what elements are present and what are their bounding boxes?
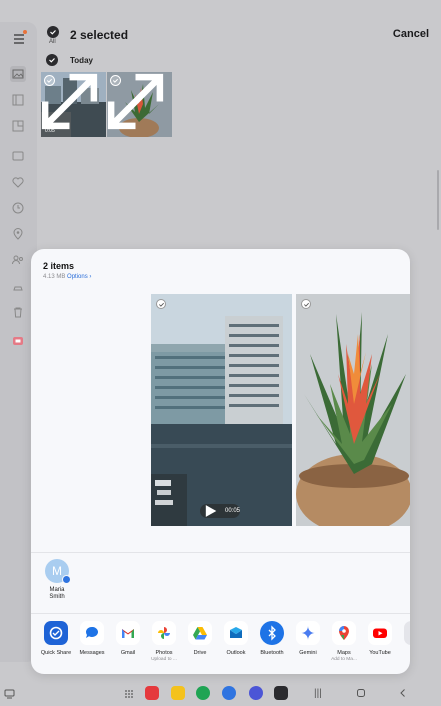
scrollbar[interactable] (437, 170, 439, 230)
share-app-maps[interactable]: Maps Add to Ma... (326, 621, 362, 663)
expand-icon[interactable] (41, 72, 102, 134)
preview-photo-checkbox[interactable] (301, 299, 311, 309)
thumbnail-photo[interactable] (107, 72, 172, 137)
play-icon (205, 505, 217, 517)
menu-icon[interactable] (12, 32, 26, 46)
location-icon[interactable] (10, 226, 26, 242)
notification-dot (23, 30, 27, 34)
share-app-row: Quick Share Messages Gmail Photos Upload… (31, 621, 410, 671)
navigation-bar (0, 680, 441, 706)
cancel-button[interactable]: Cancel (393, 28, 429, 40)
photos-icon (152, 621, 176, 645)
promo-icon[interactable] (10, 333, 26, 349)
divider (31, 552, 410, 553)
contact-name: Maria Smith (49, 587, 65, 600)
albums-icon[interactable] (10, 92, 26, 108)
shared-icon[interactable] (10, 278, 26, 294)
select-all-checkbox[interactable] (47, 26, 59, 38)
gmail-icon (116, 621, 140, 645)
back-button[interactable] (398, 688, 408, 698)
share-app-messages[interactable]: Messages (74, 621, 110, 657)
messages-badge-icon (62, 575, 71, 584)
divider (31, 613, 410, 614)
share-app-more[interactable] (398, 621, 410, 645)
share-app-gemini[interactable]: Gemini (290, 621, 326, 657)
preview-video-checkbox[interactable] (156, 299, 166, 309)
share-app-outlook[interactable]: Outlook (218, 621, 254, 657)
section-select-checkbox[interactable] (46, 54, 58, 66)
video-duration: 00:05 (224, 508, 240, 514)
taskbar-notes-icon[interactable] (171, 686, 185, 700)
share-app-quick-share[interactable]: Quick Share (38, 621, 74, 657)
share-app-youtube[interactable]: YouTube (362, 621, 398, 657)
maps-icon (332, 621, 356, 645)
gemini-icon (296, 621, 320, 645)
preview-photo[interactable] (296, 294, 410, 526)
stories-icon[interactable] (10, 118, 26, 134)
video-play-control[interactable]: 00:05 (200, 504, 240, 518)
favorites-folder-icon[interactable] (10, 148, 26, 164)
outlook-icon (224, 621, 248, 645)
selection-count-title: 2 selected (70, 28, 129, 42)
avatar: M (45, 559, 71, 584)
messages-icon (80, 621, 104, 645)
thumbnail-video[interactable]: 0:05 (41, 72, 106, 137)
all-apps-icon[interactable] (124, 689, 134, 699)
taskbar-phone-icon[interactable] (196, 686, 210, 700)
trash-icon[interactable] (10, 304, 26, 320)
keyboard-toggle-icon[interactable] (4, 688, 15, 699)
pictures-icon[interactable] (10, 66, 26, 82)
contact-maria-smith[interactable]: M Maria Smith (41, 559, 73, 601)
share-app-gmail[interactable]: Gmail (110, 621, 146, 657)
home-button[interactable] (356, 688, 366, 698)
recent-icon[interactable] (10, 200, 26, 216)
more-apps-icon (404, 621, 410, 645)
bluetooth-icon (260, 621, 284, 645)
preview-video[interactable]: 00:05 (151, 294, 292, 526)
drive-icon (188, 621, 212, 645)
heart-icon[interactable] (10, 174, 26, 190)
share-app-drive[interactable]: Drive (182, 621, 218, 657)
taskbar-camera-icon[interactable] (274, 686, 288, 700)
taskbar-internet-icon[interactable] (249, 686, 263, 700)
select-all-label: All (49, 39, 56, 45)
options-link[interactable]: Options › (67, 274, 91, 280)
share-app-bluetooth[interactable]: Bluetooth (254, 621, 290, 657)
section-date-label: Today (70, 56, 93, 65)
share-sheet: 2 items 4.13 MB Options › 00:05 M Maria … (31, 249, 410, 674)
taskbar-app-icon[interactable] (145, 686, 159, 700)
youtube-icon (368, 621, 392, 645)
share-sheet-title: 2 items (43, 261, 75, 271)
recents-button[interactable]: ||| (314, 688, 322, 699)
total-size: 4.13 MB (43, 274, 66, 280)
people-icon[interactable] (10, 252, 26, 268)
taskbar-messages-icon[interactable] (222, 686, 236, 700)
share-app-photos[interactable]: Photos Upload to ... (146, 621, 182, 663)
share-sheet-subtitle: 4.13 MB Options › (43, 274, 91, 280)
quick-share-icon (44, 621, 68, 645)
expand-icon[interactable] (107, 72, 168, 134)
